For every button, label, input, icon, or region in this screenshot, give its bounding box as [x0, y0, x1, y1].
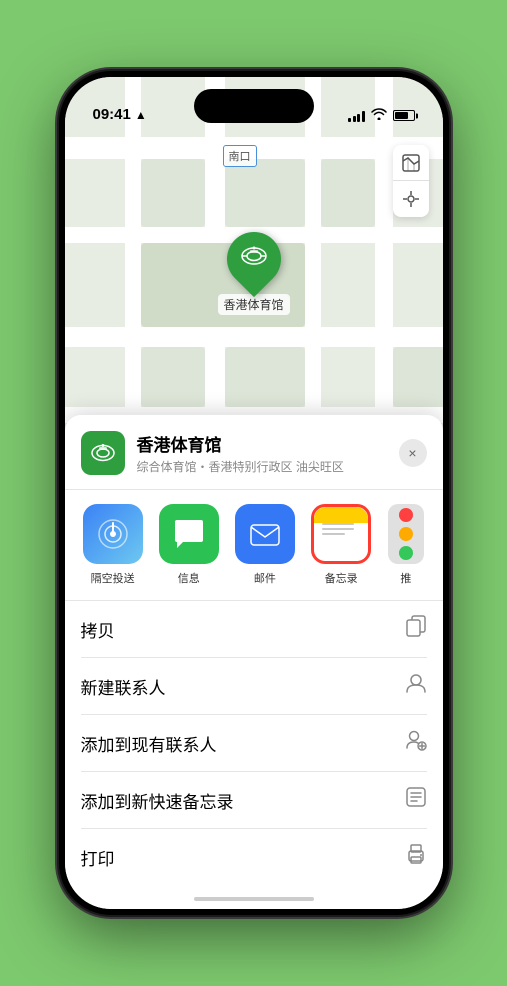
- airdrop-icon-wrap: [83, 504, 143, 564]
- notes-icon-wrap: [311, 504, 371, 564]
- status-time: 09:41: [93, 106, 131, 123]
- more-icon-wrap: [388, 504, 424, 564]
- person-add-icon: [405, 672, 427, 700]
- printer-icon: [405, 843, 427, 871]
- home-indicator: [194, 897, 314, 901]
- notes-line: [322, 533, 345, 535]
- phone-screen: 09:41 ▲: [65, 77, 443, 909]
- bottom-sheet: 香港体育馆 综合体育馆・香港特别行政区 油尖旺区 ×: [65, 415, 443, 909]
- map-block: [321, 159, 375, 227]
- status-icons: [348, 108, 415, 123]
- more-label: 推: [400, 570, 411, 586]
- new-contact-label: 新建联系人: [81, 674, 166, 699]
- share-item-airdrop[interactable]: 隔空投送: [75, 504, 151, 586]
- action-print[interactable]: 打印: [81, 829, 427, 885]
- notes-line: [322, 523, 354, 525]
- pin-circle: [215, 221, 291, 297]
- close-button[interactable]: ×: [399, 439, 427, 467]
- map-block: [141, 159, 205, 227]
- note-icon: [405, 786, 427, 814]
- add-existing-label: 添加到现有联系人: [81, 731, 217, 756]
- share-item-notes[interactable]: 备忘录: [303, 504, 379, 586]
- map-block: [141, 347, 205, 407]
- action-new-contact[interactable]: 新建联系人: [81, 658, 427, 715]
- notes-label: 备忘录: [325, 570, 358, 586]
- airdrop-label: 隔空投送: [91, 570, 135, 586]
- action-copy[interactable]: 拷贝: [81, 601, 427, 658]
- share-row: 隔空投送 信息: [65, 490, 443, 600]
- notes-line: [322, 528, 354, 530]
- mail-icon-wrap: [235, 504, 295, 564]
- share-item-messages[interactable]: 信息: [151, 504, 227, 586]
- stadium-pin: 香港体育馆: [217, 232, 289, 315]
- map-block: [393, 347, 443, 407]
- action-add-note[interactable]: 添加到新快速备忘录: [81, 772, 427, 829]
- signal-bars-icon: [348, 110, 365, 122]
- map-block: [225, 347, 305, 407]
- map-type-button[interactable]: [393, 145, 429, 181]
- wifi-icon: [371, 108, 387, 123]
- action-add-existing[interactable]: 添加到现有联系人: [81, 715, 427, 772]
- stadium-icon: [239, 242, 267, 276]
- copy-icon: [405, 615, 427, 643]
- map-controls[interactable]: [393, 145, 429, 217]
- copy-label: 拷贝: [81, 617, 115, 642]
- dynamic-island: [194, 89, 314, 123]
- share-item-more[interactable]: 推: [379, 504, 432, 586]
- location-subtitle: 综合体育馆・香港特别行政区 油尖旺区: [137, 458, 399, 475]
- mail-label: 邮件: [254, 570, 276, 586]
- location-arrow-icon: ▲: [135, 108, 147, 122]
- add-note-label: 添加到新快速备忘录: [81, 788, 234, 813]
- phone-frame: 09:41 ▲: [59, 71, 449, 915]
- share-item-mail[interactable]: 邮件: [227, 504, 303, 586]
- map-block: [225, 159, 305, 227]
- location-info: 香港体育馆 综合体育馆・香港特别行政区 油尖旺区: [137, 431, 399, 475]
- map-label: 南口: [223, 145, 257, 167]
- person-plus-icon: [405, 729, 427, 757]
- action-list: 拷贝 新建联系人: [65, 601, 443, 885]
- notes-inner: [314, 507, 368, 561]
- location-name: 香港体育馆: [137, 431, 399, 456]
- print-label: 打印: [81, 845, 115, 870]
- messages-label: 信息: [178, 570, 200, 586]
- location-logo: [81, 431, 125, 475]
- location-header: 香港体育馆 综合体育馆・香港特别行政区 油尖旺区 ×: [65, 431, 443, 489]
- battery-icon: [393, 110, 415, 121]
- messages-icon-wrap: [159, 504, 219, 564]
- location-button[interactable]: [393, 181, 429, 217]
